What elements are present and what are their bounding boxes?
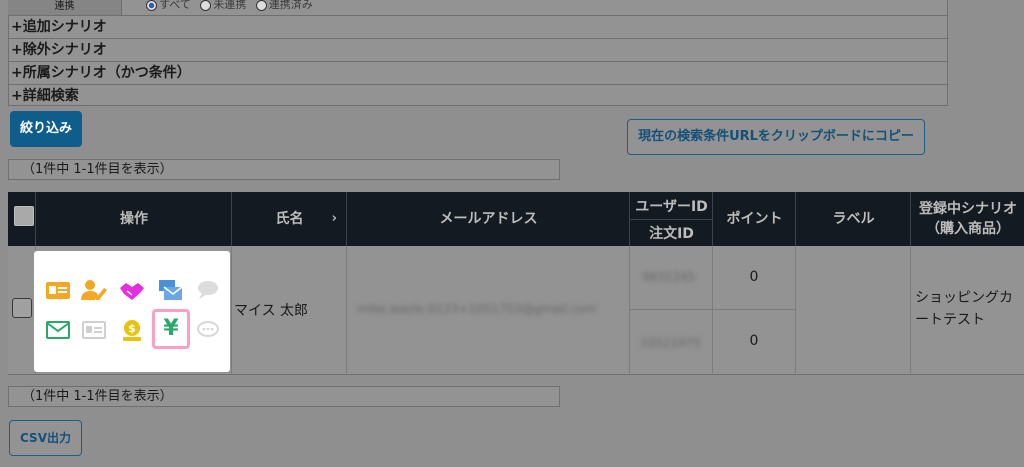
col-name[interactable]: 氏名 ›	[231, 192, 347, 246]
radio-unlinked-label: 未連携	[213, 0, 247, 11]
order-id-value: 33521975	[640, 336, 702, 350]
envelope-icon[interactable]	[44, 318, 72, 342]
handshake-icon[interactable]	[118, 278, 146, 302]
accordion-exclude-scenario[interactable]: +除外シナリオ	[8, 38, 948, 61]
col-user-id: ユーザーID	[629, 192, 713, 220]
accordion-detail-search[interactable]: +詳細検索	[8, 84, 948, 107]
csv-export-button[interactable]: CSV出力	[9, 420, 82, 456]
col-email: メールアドレス	[346, 192, 630, 246]
col-label: ラベル	[795, 192, 911, 246]
cell-order-id: 33521975	[629, 310, 712, 375]
col-order-id: 注文ID	[629, 219, 713, 246]
radio-linked-label: 連携済み	[268, 0, 313, 11]
cell-user-id: 9831245	[629, 246, 712, 310]
user-edit-icon[interactable]	[80, 278, 108, 302]
operations-panel: $ ¥	[34, 251, 230, 372]
select-all-checkbox[interactable]	[14, 206, 34, 226]
mail-stack-icon[interactable]	[156, 278, 184, 302]
accordion-belong-scenario[interactable]: +所属シナリオ（かつ条件）	[8, 61, 948, 84]
card-disabled-icon	[80, 318, 108, 342]
yen-icon[interactable]: ¥	[157, 317, 185, 341]
cell-points-1: 0	[712, 246, 795, 310]
link-status-row: 連携 すべて 未連携 連携済み	[8, 0, 948, 15]
email-value: mike.wazle.0123+1051753@gmail.com	[357, 302, 597, 316]
radio-unlinked[interactable]	[200, 0, 212, 11]
svg-text:$: $	[128, 322, 136, 335]
chat-bubble-icon[interactable]	[194, 278, 222, 302]
radio-all[interactable]	[146, 0, 157, 11]
chat-dots-icon	[194, 318, 222, 342]
col-scenario-line1: 登録中シナリオ	[919, 201, 1017, 217]
narrow-down-button[interactable]: 絞り込み	[10, 111, 82, 147]
cell-scenario: ショッピングカートテスト	[910, 246, 1024, 375]
copy-search-url-button[interactable]: 現在の検索条件URLをクリップボードにコピー	[627, 119, 925, 155]
radio-all-label: すべて	[159, 0, 191, 11]
user-id-value: 9831245	[642, 270, 696, 284]
cell-name: マイス 太郎	[231, 246, 346, 375]
col-scenario: 登録中シナリオ （購入商品）	[910, 192, 1024, 246]
result-count-top: （1件中 1-1件目を表示）	[8, 159, 560, 180]
col-scenario-line2: （購入商品）	[926, 221, 1010, 237]
cell-points-2: 0	[712, 310, 795, 375]
radio-linked[interactable]	[255, 0, 267, 11]
table-header: 操作 氏名 › メールアドレス ユーザーID 注文ID ポイント ラベル 登録中…	[8, 192, 1024, 246]
row-checkbox[interactable]	[12, 298, 32, 318]
result-count-bottom: （1件中 1-1件目を表示）	[8, 386, 560, 407]
col-name-label: 氏名	[275, 211, 304, 227]
cell-email: mike.wazle.0123+1051753@gmail.com	[346, 246, 629, 375]
id-card-icon[interactable]	[44, 278, 72, 302]
col-points: ポイント	[712, 192, 796, 246]
link-status-radios: すべて 未連携 連携済み	[140, 0, 313, 12]
cell-label	[795, 246, 910, 375]
col-actions: 操作	[35, 192, 232, 246]
accordion-add-scenario[interactable]: +追加シナリオ	[8, 15, 948, 38]
sort-chevron-icon[interactable]: ›	[332, 209, 337, 229]
link-status-label: 連携	[8, 0, 122, 15]
money-bag-icon[interactable]: $	[118, 318, 146, 342]
